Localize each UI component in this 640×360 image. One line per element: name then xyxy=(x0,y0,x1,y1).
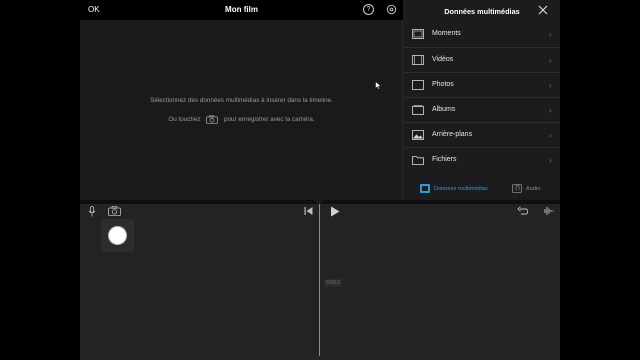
imovie-window: OK Mon film ? Sélectionnez des données m… xyxy=(80,0,560,360)
media-item-label: Arrière-plans xyxy=(432,131,473,138)
chevron-right-icon: › xyxy=(548,81,552,90)
film-icon xyxy=(412,55,424,65)
moments-icon xyxy=(412,29,424,39)
media-tab-icon xyxy=(420,184,430,193)
media-item-label: Moments xyxy=(432,30,461,37)
close-icon[interactable] xyxy=(538,5,548,15)
chevron-right-icon: › xyxy=(548,106,552,115)
chevron-right-icon: › xyxy=(548,56,552,65)
media-panel-tabs: Données multimédias Audio xyxy=(404,178,560,200)
microphone-icon[interactable] xyxy=(88,206,96,217)
background-icon xyxy=(412,130,424,140)
albums-icon xyxy=(412,105,424,115)
audio-tab-icon xyxy=(512,184,522,193)
media-item-photos[interactable]: Photos › xyxy=(404,72,560,97)
tab-audio[interactable]: Audio xyxy=(512,184,540,193)
chevron-right-icon: › xyxy=(548,30,552,39)
folder-icon xyxy=(412,156,424,165)
media-item-moments[interactable]: Moments › xyxy=(404,22,560,47)
record-dot-icon xyxy=(109,227,126,244)
timeline-area[interactable]: 0:00.0 xyxy=(80,204,560,360)
record-button[interactable] xyxy=(101,219,134,252)
media-panel-title: Données multimédias xyxy=(444,7,520,16)
camera-hint-prefix: Ou touchez xyxy=(168,116,201,124)
timeline-toolbar xyxy=(80,204,560,218)
media-item-label: Fichiers xyxy=(432,156,457,163)
photo-icon xyxy=(412,80,424,90)
viewer-camera-hint: Ou touchez pour enregistrer avec la camé… xyxy=(80,115,403,124)
camera-icon[interactable] xyxy=(206,115,219,124)
tab-media-label: Données multimédias xyxy=(434,185,488,192)
media-item-label: Photos xyxy=(432,81,454,88)
preview-viewer: Sélectionnez des données multimédias à i… xyxy=(80,20,403,200)
media-panel: Données multimédias Moments › Vidéos › P… xyxy=(404,0,560,200)
tab-media[interactable]: Données multimédias xyxy=(420,184,488,193)
media-item-files[interactable]: Fichiers › xyxy=(404,147,560,172)
media-item-label: Albums xyxy=(432,106,456,113)
media-item-albums[interactable]: Albums › xyxy=(404,97,560,122)
project-title: Mon film xyxy=(225,5,258,14)
media-item-backgrounds[interactable]: Arrière-plans › xyxy=(404,122,560,147)
viewer-instruction: Sélectionnez des données multimédias à i… xyxy=(150,97,333,104)
top-bar: OK Mon film ? xyxy=(80,0,403,20)
settings-gear-icon[interactable] xyxy=(386,4,397,15)
skip-to-start-icon[interactable] xyxy=(304,206,313,216)
tab-audio-label: Audio xyxy=(526,185,541,192)
mouse-pointer-icon xyxy=(375,81,382,90)
camera-hint-suffix: pour enregistrer avec la caméra. xyxy=(224,116,315,124)
media-category-list: Moments › Vidéos › Photos › Albums › Arr… xyxy=(404,22,560,172)
audio-waveform-icon[interactable] xyxy=(542,206,554,216)
media-item-videos[interactable]: Vidéos › xyxy=(404,47,560,72)
help-icon[interactable]: ? xyxy=(363,4,374,15)
media-item-label: Vidéos xyxy=(432,56,454,63)
chevron-right-icon: › xyxy=(548,156,552,165)
playhead[interactable] xyxy=(319,204,320,356)
timeline-time-marker: 0:00.0 xyxy=(324,279,342,287)
play-icon[interactable] xyxy=(330,206,340,217)
undo-icon[interactable] xyxy=(517,206,528,216)
chevron-right-icon: › xyxy=(548,131,552,140)
camera-icon[interactable] xyxy=(108,206,121,216)
